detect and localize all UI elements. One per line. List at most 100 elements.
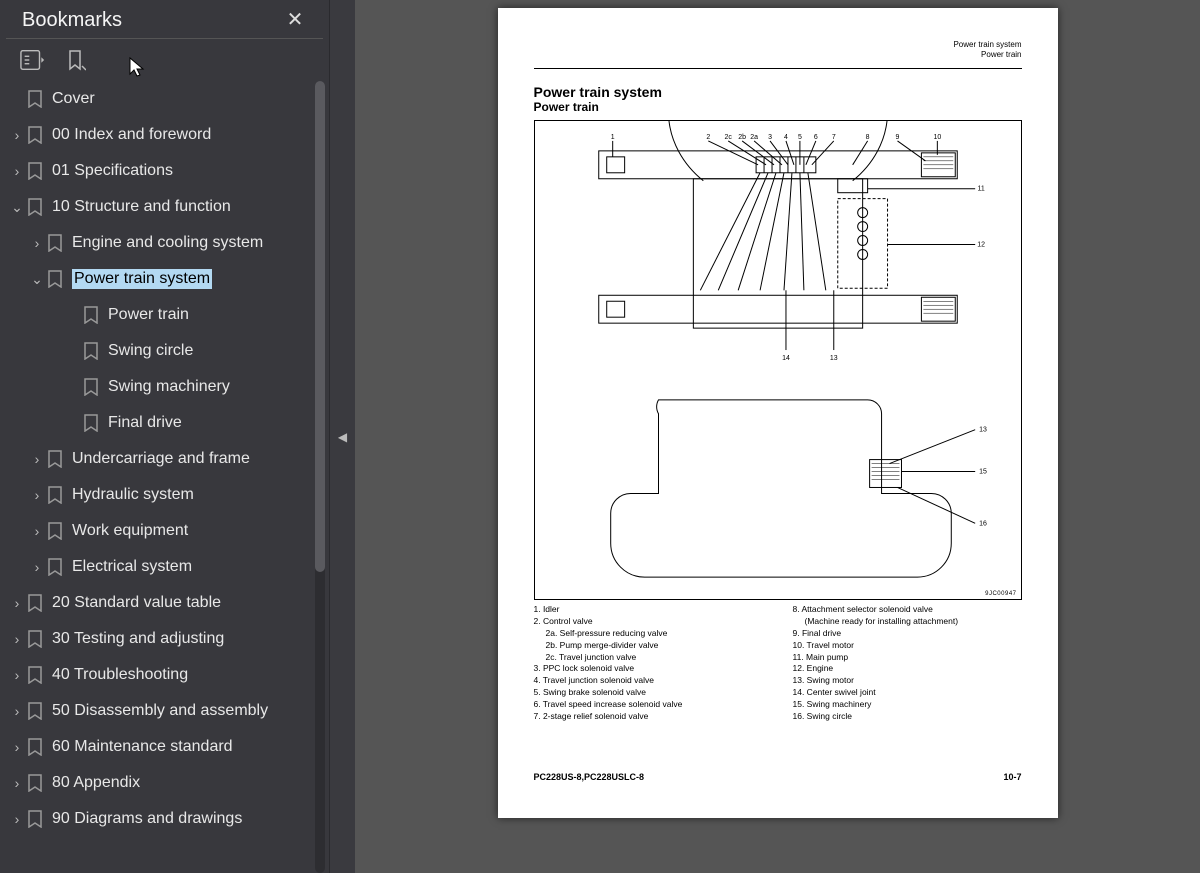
svg-text:6: 6 <box>813 134 817 141</box>
chevron-right-icon[interactable]: › <box>6 739 28 755</box>
bookmark-node[interactable]: ›40 Troubleshooting <box>6 657 329 693</box>
bookmark-node[interactable]: ›Engine and cooling system <box>6 225 329 261</box>
bookmark-icon <box>48 450 62 468</box>
diagram-svg: 1 2 2c 2b 2a 3 4 5 6 7 8 9 10 11 12 13 1 <box>535 121 1021 599</box>
bookmark-label: 80 Appendix <box>52 774 140 791</box>
bookmarks-tree[interactable]: Cover › 00 Index and foreword › 01 Specifica… <box>0 81 329 873</box>
chevron-right-icon[interactable]: › <box>6 631 28 647</box>
footer-pageno: 10-7 <box>1003 772 1021 782</box>
svg-text:2c: 2c <box>724 134 732 141</box>
scrollbar-thumb[interactable] <box>315 81 325 572</box>
chevron-right-icon[interactable]: › <box>6 127 28 143</box>
close-icon[interactable]: ✕ <box>283 8 307 32</box>
bookmark-node[interactable]: Cover <box>6 81 329 117</box>
bookmark-icon <box>28 90 42 108</box>
diagram-frame: 1 2 2c 2b 2a 3 4 5 6 7 8 9 10 11 12 13 1 <box>534 120 1022 600</box>
header-rule <box>534 68 1022 69</box>
svg-text:4: 4 <box>784 134 788 141</box>
svg-text:11: 11 <box>977 186 984 193</box>
bookmark-ribbon-icon[interactable] <box>64 49 86 71</box>
footer-model: PC228US-8,PC228USLC-8 <box>534 772 645 782</box>
legend-item: 6. Travel speed increase solenoid valve <box>534 699 763 711</box>
bookmark-label: 01 Specifications <box>52 162 173 179</box>
bookmark-node[interactable]: ›90 Diagrams and drawings <box>6 801 329 837</box>
svg-text:1: 1 <box>610 134 614 141</box>
bookmark-node[interactable]: Power train <box>6 297 329 333</box>
bookmark-node[interactable]: › 50 Disassembly and assembly <box>6 693 329 729</box>
chevron-down-icon[interactable]: ⌄ <box>6 199 28 216</box>
legend-right-column: 8. Attachment selector solenoid valve(Ma… <box>793 604 1022 723</box>
bookmark-icon <box>28 162 42 180</box>
chevron-right-icon[interactable]: › <box>6 595 28 611</box>
bookmark-node[interactable]: › 20 Standard value table <box>6 585 329 621</box>
collapse-panel-icon[interactable]: ◀ <box>338 430 347 444</box>
chevron-right-icon[interactable]: › <box>26 451 48 467</box>
bookmark-icon <box>84 378 98 396</box>
bookmark-label: 50 Disassembly and assembly <box>52 702 268 719</box>
chevron-right-icon[interactable]: › <box>26 523 48 539</box>
bookmark-icon <box>48 522 62 540</box>
bookmark-label: Final drive <box>108 414 182 431</box>
bookmark-label: 30 Testing and adjusting <box>52 630 224 647</box>
bookmark-node[interactable]: ›Undercarriage and frame <box>6 441 329 477</box>
bookmark-icon <box>28 630 42 648</box>
legend-item: 4. Travel junction solenoid valve <box>534 675 763 687</box>
bookmarks-header: Bookmarks ✕ <box>6 0 323 39</box>
chevron-right-icon[interactable]: › <box>6 163 28 179</box>
svg-text:2: 2 <box>706 134 710 141</box>
legend-item: 12. Engine <box>793 663 1022 675</box>
bookmark-label: Work equipment <box>72 522 188 539</box>
svg-text:14: 14 <box>782 355 790 362</box>
legend-item: 10. Travel motor <box>793 640 1022 652</box>
bookmark-node[interactable]: › 80 Appendix <box>6 765 329 801</box>
bookmark-label: Electrical system <box>72 558 192 575</box>
panel-resize-gutter[interactable]: ◀ <box>330 0 355 873</box>
bookmark-icon <box>28 594 42 612</box>
legend-item: 11. Main pump <box>793 652 1022 664</box>
chevron-right-icon[interactable]: › <box>26 235 48 251</box>
bookmark-label: Swing machinery <box>108 378 230 395</box>
bookmark-node[interactable]: Final drive <box>6 405 329 441</box>
chevron-down-icon[interactable]: ⌄ <box>26 271 48 288</box>
bookmark-label: 20 Standard value table <box>52 594 221 611</box>
page-header-right: Power train system Power train <box>953 40 1021 59</box>
bookmark-node[interactable]: Swing machinery <box>6 369 329 405</box>
legend-item: 2c. Travel junction valve <box>534 652 763 664</box>
bookmark-node[interactable]: › 30 Testing and adjusting <box>6 621 329 657</box>
bookmark-node[interactable]: › 00 Index and foreword <box>6 117 329 153</box>
bookmark-node[interactable]: ⌄10 Structure and function <box>6 189 329 225</box>
bookmark-label: 00 Index and foreword <box>52 126 211 143</box>
page-h1: Power train system <box>534 84 1022 100</box>
legend-item: 15. Swing machinery <box>793 699 1022 711</box>
legend-item: 1. Idler <box>534 604 763 616</box>
bookmark-node[interactable]: › Hydraulic system <box>6 477 329 513</box>
bookmark-icon <box>84 414 98 432</box>
bookmark-label: 60 Maintenance standard <box>52 738 233 755</box>
document-viewport[interactable]: Power train system Power train Power tra… <box>355 0 1200 873</box>
bookmark-node[interactable]: › Electrical system <box>6 549 329 585</box>
bookmark-node[interactable]: ⌄Power train system <box>6 261 329 297</box>
bookmark-icon <box>28 702 42 720</box>
bookmark-node[interactable]: Swing circle <box>6 333 329 369</box>
chevron-right-icon[interactable]: › <box>6 811 28 827</box>
svg-text:10: 10 <box>933 134 941 141</box>
outline-options-icon[interactable] <box>20 49 46 71</box>
svg-text:13: 13 <box>829 355 837 362</box>
chevron-right-icon[interactable]: › <box>6 775 28 791</box>
bookmark-node[interactable]: › 01 Specifications <box>6 153 329 189</box>
chevron-right-icon[interactable]: › <box>6 703 28 719</box>
bookmark-label: Hydraulic system <box>72 486 194 503</box>
legend-item: 14. Center swivel joint <box>793 687 1022 699</box>
page-h2: Power train <box>534 100 1022 114</box>
legend-item: 2. Control valve <box>534 616 763 628</box>
header-line-2: Power train <box>953 50 1021 60</box>
chevron-right-icon[interactable]: › <box>26 487 48 503</box>
svg-text:8: 8 <box>865 134 869 141</box>
bookmark-node[interactable]: › 60 Maintenance standard <box>6 729 329 765</box>
bookmark-node[interactable]: › Work equipment <box>6 513 329 549</box>
bookmark-icon <box>28 198 42 216</box>
legend-item: 8. Attachment selector solenoid valve <box>793 604 1022 616</box>
bookmark-icon <box>84 342 98 360</box>
chevron-right-icon[interactable]: › <box>26 559 48 575</box>
chevron-right-icon[interactable]: › <box>6 667 28 683</box>
